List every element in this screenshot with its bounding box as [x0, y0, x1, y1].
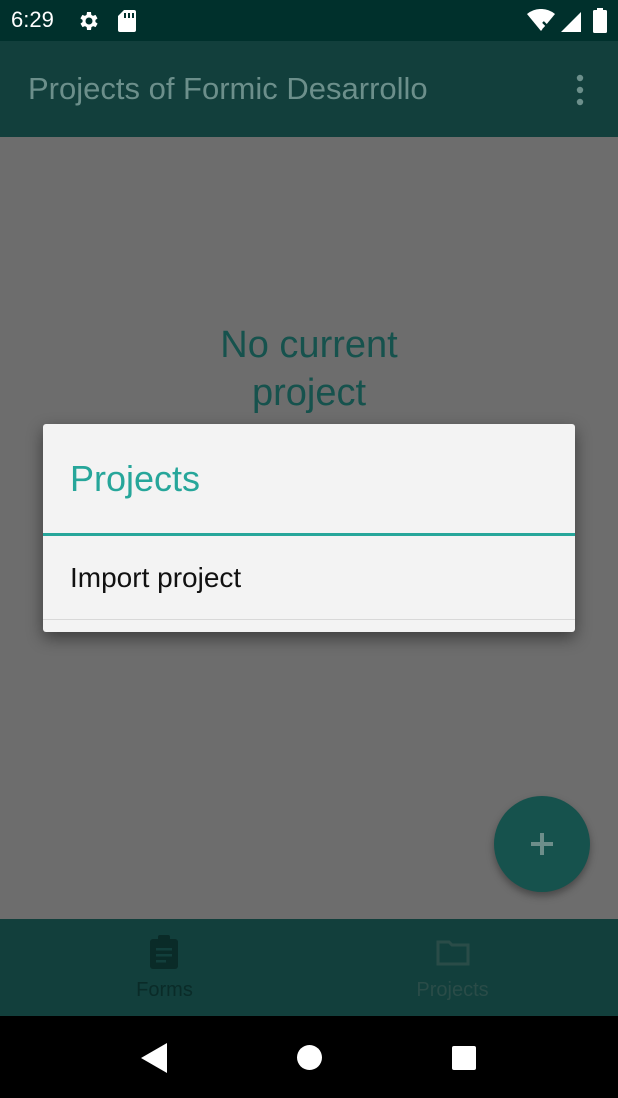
nav-label-projects: Projects [416, 979, 489, 1001]
gear-icon [80, 12, 98, 30]
battery-icon [593, 8, 607, 33]
nav-label-forms: Forms [136, 979, 193, 1001]
home-icon[interactable] [297, 1045, 322, 1070]
empty-state-line-2: project [251, 372, 367, 414]
status-bar: 6:29 [0, 0, 618, 41]
dialog-item-separator [43, 619, 575, 620]
folder-icon [436, 940, 470, 966]
import-project-label: Import project [70, 562, 242, 593]
page-title: Projects of Formic Desarrollo [28, 71, 428, 106]
recents-icon[interactable] [452, 1046, 476, 1070]
import-project-option[interactable]: Import project [43, 536, 575, 620]
add-project-button[interactable] [494, 796, 590, 892]
nav-item-forms[interactable]: Forms [10, 919, 319, 1016]
clipboard-icon [150, 935, 178, 969]
sd-card-icon [118, 10, 136, 32]
wifi-icon [527, 9, 555, 31]
status-time: 6:29 [11, 7, 54, 32]
empty-state-line-1: No current [220, 324, 398, 366]
empty-state-message: No current project [0, 321, 618, 417]
dialog-title: Projects [70, 458, 201, 499]
back-icon[interactable] [141, 1043, 167, 1073]
bottom-navigation: Forms Projects [0, 919, 618, 1016]
signal-icon [561, 12, 581, 32]
app-bar: Projects of Formic Desarrollo [0, 41, 618, 137]
more-vert-icon[interactable] [568, 73, 592, 107]
plus-icon [531, 833, 553, 855]
projects-dialog: Projects Import project [43, 424, 575, 632]
nav-item-projects[interactable]: Projects [298, 919, 607, 1016]
system-navigation-bar [0, 1016, 618, 1098]
